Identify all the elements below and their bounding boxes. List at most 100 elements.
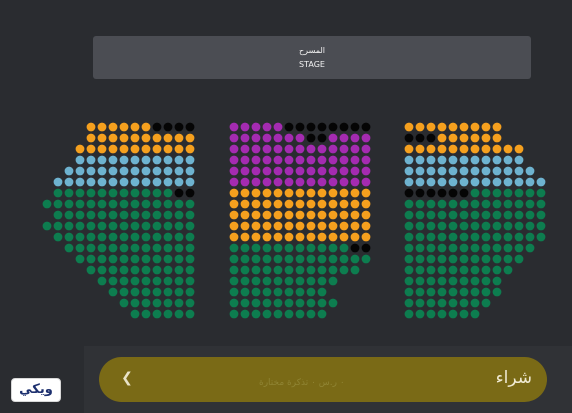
seat-center-r4-s1[interactable] [229, 155, 239, 165]
seat-right-r3-s8[interactable] [481, 144, 491, 154]
seat-center-r15-s2[interactable] [240, 276, 250, 286]
seat-left-r1-s2[interactable] [97, 122, 107, 132]
seat-center-r6-s12[interactable] [350, 177, 360, 187]
seat-right-r1-s2[interactable] [415, 122, 425, 132]
seat-right-r11-s10[interactable] [503, 232, 513, 242]
seat-center-r14-s8[interactable] [306, 265, 316, 275]
seat-center-r10-s6[interactable] [284, 221, 294, 231]
seat-center-r10-s8[interactable] [306, 221, 316, 231]
seat-left-r2-s9[interactable] [174, 133, 184, 143]
seat-left-r11-s9[interactable] [141, 232, 151, 242]
seat-right-r17-s2[interactable] [415, 298, 425, 308]
seat-right-r11-s7[interactable] [470, 232, 480, 242]
seat-right-r5-s11[interactable] [514, 166, 524, 176]
seat-center-r8-s7[interactable] [295, 199, 305, 209]
seat-right-r9-s11[interactable] [514, 210, 524, 220]
seat-left-r13-s9[interactable] [163, 254, 173, 264]
seat-center-r8-s8[interactable] [306, 199, 316, 209]
seat-right-r9-s10[interactable] [503, 210, 513, 220]
seat-right-r17-s3[interactable] [426, 298, 436, 308]
seat-center-r2-s10[interactable] [328, 133, 338, 143]
seat-left-r6-s4[interactable] [86, 177, 96, 187]
seat-center-r15-s3[interactable] [251, 276, 261, 286]
seat-right-r4-s7[interactable] [470, 155, 480, 165]
seat-center-r2-s5[interactable] [273, 133, 283, 143]
seat-left-r12-s6[interactable] [119, 243, 129, 253]
seat-center-r6-s5[interactable] [273, 177, 283, 187]
seat-right-r8-s6[interactable] [459, 199, 469, 209]
seat-center-r7-s13[interactable] [361, 188, 371, 198]
seat-right-r2-s7[interactable] [470, 133, 480, 143]
seat-center-r9-s9[interactable] [317, 210, 327, 220]
seat-right-r14-s6[interactable] [459, 265, 469, 275]
seat-right-r10-s4[interactable] [437, 221, 447, 231]
seat-center-r4-s3[interactable] [251, 155, 261, 165]
seat-right-r8-s13[interactable] [536, 199, 546, 209]
seat-center-r18-s8[interactable] [306, 309, 316, 319]
seat-right-r6-s3[interactable] [426, 177, 436, 187]
seat-center-r17-s6[interactable] [284, 298, 294, 308]
seat-left-r6-s8[interactable] [130, 177, 140, 187]
seat-left-r6-s12[interactable] [174, 177, 184, 187]
seat-left-r12-s10[interactable] [163, 243, 173, 253]
seat-right-r3-s10[interactable] [503, 144, 513, 154]
seat-right-r9-s4[interactable] [437, 210, 447, 220]
seat-center-r10-s7[interactable] [295, 221, 305, 231]
seat-left-r2-s2[interactable] [97, 133, 107, 143]
seat-center-r17-s1[interactable] [229, 298, 239, 308]
seat-center-r16-s9[interactable] [317, 287, 327, 297]
seat-left-r10-s4[interactable] [75, 221, 85, 231]
seat-left-r15-s9[interactable] [185, 276, 195, 286]
seat-center-r6-s11[interactable] [339, 177, 349, 187]
seat-left-r14-s1[interactable] [86, 265, 96, 275]
seat-right-r16-s4[interactable] [437, 287, 447, 297]
seat-left-r7-s6[interactable] [108, 188, 118, 198]
seat-center-r5-s5[interactable] [273, 166, 283, 176]
seat-right-r5-s3[interactable] [426, 166, 436, 176]
seat-left-r11-s4[interactable] [86, 232, 96, 242]
seat-left-r9-s6[interactable] [108, 210, 118, 220]
seat-center-r13-s3[interactable] [251, 254, 261, 264]
seat-left-r10-s8[interactable] [119, 221, 129, 231]
seat-center-r11-s3[interactable] [251, 232, 261, 242]
seat-left-r11-s3[interactable] [75, 232, 85, 242]
seat-left-r11-s7[interactable] [119, 232, 129, 242]
seat-left-r17-s2[interactable] [130, 298, 140, 308]
seat-center-r4-s7[interactable] [295, 155, 305, 165]
seat-right-r7-s8[interactable] [481, 188, 491, 198]
seat-right-r5-s2[interactable] [415, 166, 425, 176]
seat-right-r13-s10[interactable] [503, 254, 513, 264]
seat-left-r1-s4[interactable] [119, 122, 129, 132]
seat-center-r1-s3[interactable] [251, 122, 261, 132]
seat-left-r10-s5[interactable] [86, 221, 96, 231]
seat-right-r13-s2[interactable] [415, 254, 425, 264]
seat-right-r16-s8[interactable] [481, 287, 491, 297]
seat-right-r10-s1[interactable] [404, 221, 414, 231]
seat-left-r13-s5[interactable] [119, 254, 129, 264]
seat-center-r3-s3[interactable] [251, 144, 261, 154]
seat-center-r10-s1[interactable] [229, 221, 239, 231]
seat-center-r15-s9[interactable] [317, 276, 327, 286]
seat-right-r15-s6[interactable] [459, 276, 469, 286]
seat-right-r16-s6[interactable] [459, 287, 469, 297]
seat-right-r1-s4[interactable] [437, 122, 447, 132]
seat-center-r8-s3[interactable] [251, 199, 261, 209]
seat-right-r13-s5[interactable] [448, 254, 458, 264]
seat-right-r6-s2[interactable] [415, 177, 425, 187]
seat-left-r9-s7[interactable] [119, 210, 129, 220]
seat-left-r16-s2[interactable] [119, 287, 129, 297]
seat-center-r8-s13[interactable] [361, 199, 371, 209]
seat-left-r6-s11[interactable] [163, 177, 173, 187]
seat-left-r9-s3[interactable] [75, 210, 85, 220]
seat-left-r13-s11[interactable] [185, 254, 195, 264]
seat-left-r16-s6[interactable] [163, 287, 173, 297]
seat-right-r12-s6[interactable] [459, 243, 469, 253]
seat-left-r6-s6[interactable] [108, 177, 118, 187]
seat-left-r1-s6[interactable] [141, 122, 151, 132]
seat-left-r7-s5[interactable] [97, 188, 107, 198]
seat-center-r15-s1[interactable] [229, 276, 239, 286]
seat-left-r8-s2[interactable] [53, 199, 63, 209]
seat-right-r13-s11[interactable] [514, 254, 524, 264]
seat-left-r8-s8[interactable] [119, 199, 129, 209]
seat-center-r13-s10[interactable] [328, 254, 338, 264]
